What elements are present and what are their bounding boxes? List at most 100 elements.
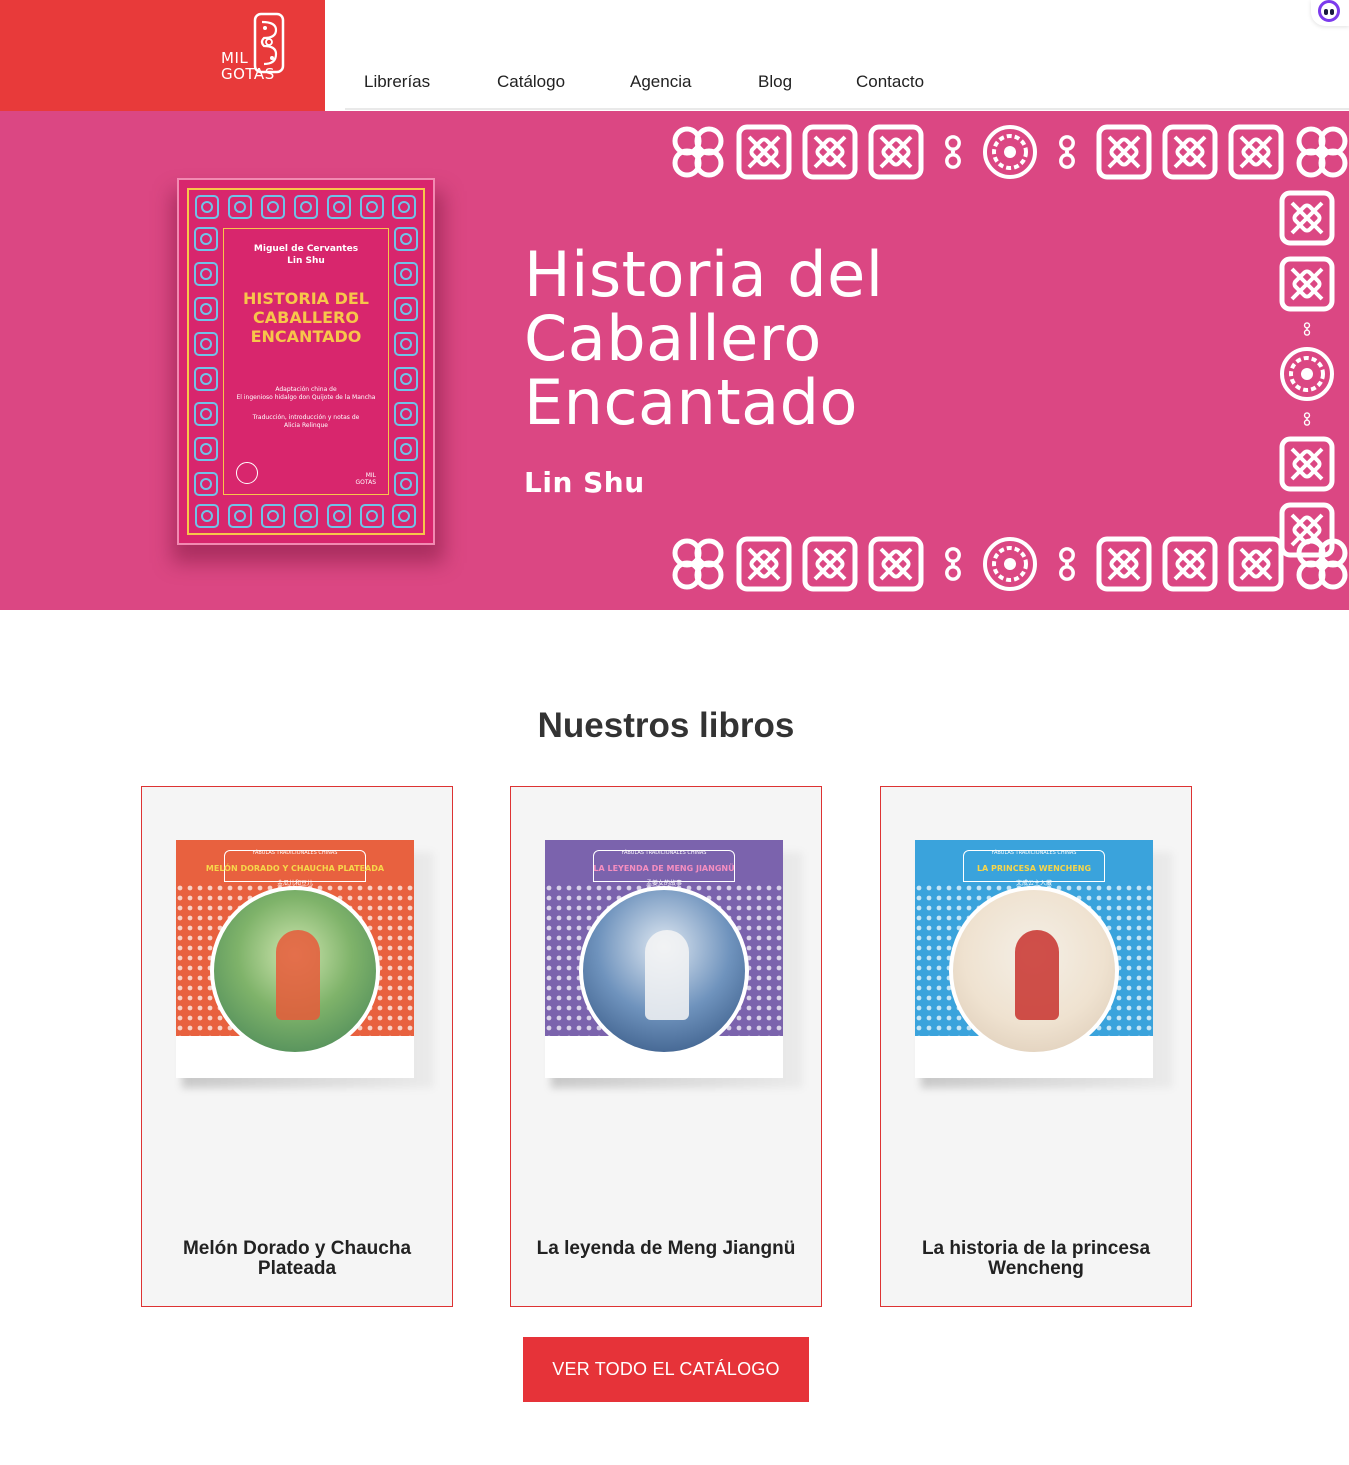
book-cover[interactable]: FÁBULAS TRADICIONALES CHINAS LA PRINCESA… (915, 840, 1173, 1088)
book-title[interactable]: La historia de la princesa Wencheng (901, 1239, 1171, 1279)
hero-title-line-2: Caballero (524, 302, 822, 375)
book-cover[interactable]: FÁBULAS TRADICIONALES CHINAS MELÓN DORAD… (176, 840, 434, 1088)
cover-center-panel: Miguel de Cervantes Lin Shu HISTORIA DEL… (223, 228, 389, 495)
hero-banner[interactable]: Miguel de Cervantes Lin Shu HISTORIA DEL… (0, 111, 1349, 610)
rosette-ornament-icon (1280, 347, 1334, 401)
cover-art: FÁBULAS TRADICIONALES CHINAS LA PRINCESA… (915, 840, 1153, 1078)
knot-ornament-icon (736, 124, 792, 180)
cover-title-line-2: CABALLERO (253, 308, 359, 327)
knot-ornament-icon (1279, 190, 1335, 246)
nav-item-agencia[interactable]: Agencia (630, 72, 691, 92)
knot-ornament-icon (868, 536, 924, 592)
hero-title: Historia del Caballero Encantado (524, 243, 884, 435)
hero-title-line-1: Historia del (524, 238, 884, 311)
cover-author-1: Miguel de Cervantes (253, 244, 359, 254)
cover-series-tag: FÁBULAS TRADICIONALES CHINAS (621, 850, 707, 856)
knot-ornament-icon (1096, 536, 1152, 592)
knot-ornament-icon (1162, 124, 1218, 180)
nav-item-librerias[interactable]: Librerías (364, 72, 430, 92)
cover-brand-line-2: GOTAS (1119, 1064, 1143, 1072)
book-title[interactable]: La leyenda de Meng Jiangnü (531, 1239, 801, 1259)
hero-ornament-top (669, 123, 1349, 181)
site-logo[interactable]: MIL GOTAS (0, 0, 325, 111)
flower-ornament-icon (1296, 126, 1348, 178)
logo-drop-icon (253, 12, 285, 74)
cover-illustration (210, 886, 380, 1056)
cover-author-2: Lin Shu (287, 256, 325, 266)
assistant-ring (1318, 0, 1340, 22)
knot-ornament-icon (1162, 536, 1218, 592)
cover-credit-line-1: Traducción, introducción y notas de (252, 414, 360, 421)
knot-ornament-icon (1279, 436, 1335, 492)
hero-ornament-right (1278, 189, 1336, 559)
book-cover[interactable]: FÁBULAS TRADICIONALES CHINAS LA LEYENDA … (545, 840, 803, 1088)
book-card[interactable]: FÁBULAS TRADICIONALES CHINAS LA LEYENDA … (510, 786, 822, 1307)
knot-ornament-icon (868, 124, 924, 180)
cover-brand: MIL GOTAS (380, 1058, 404, 1072)
dot-ornament-icon (1303, 412, 1311, 426)
cover-chinese-title: 金瓜儿和豆儿 (276, 880, 313, 887)
rosette-ornament-icon (983, 537, 1037, 591)
assistant-eye-right (1330, 9, 1334, 15)
cover-publisher-logo (202, 1060, 240, 1068)
cover-note-line-1: Adaptación china de (275, 386, 337, 393)
cover-pattern-bottom (191, 501, 421, 531)
cover-title-line-1: HISTORIA DEL (242, 289, 369, 308)
dot-ornament-icon (1059, 135, 1075, 169)
dot-ornament-icon (1303, 322, 1311, 336)
cover-chinese-title: 孟姜女的故事 (645, 880, 682, 887)
cover-brand: MIL GOTAS (749, 1058, 773, 1072)
hero-author: Lin Shu (524, 466, 645, 499)
assistant-eye-left (1324, 9, 1328, 15)
cover-pattern-top (191, 192, 421, 222)
hero-book-cover[interactable]: Miguel de Cervantes Lin Shu HISTORIA DEL… (177, 178, 435, 545)
flower-ornament-icon (672, 538, 724, 590)
book-title[interactable]: Melón Dorado y Chaucha Plateada (162, 1239, 432, 1279)
cover-note: Adaptación china de El ingenioso hidalgo… (224, 386, 388, 402)
cover-title: LA PRINCESA WENCHENG (976, 864, 1092, 873)
illustration-figure (1015, 930, 1059, 1020)
rosette-ornament-icon (983, 125, 1037, 179)
knot-ornament-icon (1096, 124, 1152, 180)
knot-ornament-icon (802, 124, 858, 180)
cover-brand: MIL GOTAS (356, 472, 376, 486)
nav-item-catalogo[interactable]: Catálogo (497, 72, 565, 92)
cover-note-line-2: El ingenioso hidalgo don Quijote de la M… (236, 394, 376, 401)
cover-chinese-title: 文成公主入藏 (1015, 880, 1052, 887)
cover-series-tag: FÁBULAS TRADICIONALES CHINAS (252, 850, 338, 856)
cover-credits: Traducción, introducción y notas de Alic… (224, 414, 388, 430)
cover-credit-line-2: Alicia Relinque (283, 422, 329, 429)
cover-art: FÁBULAS TRADICIONALES CHINAS MELÓN DORAD… (176, 840, 414, 1078)
flower-ornament-icon (672, 126, 724, 178)
main-nav: Librerías Catálogo Agencia Blog Contacto (345, 72, 1349, 111)
nav-item-blog[interactable]: Blog (758, 72, 792, 92)
cover-series-tag: FÁBULAS TRADICIONALES CHINAS (991, 850, 1077, 856)
assistant-widget-icon[interactable] (1311, 0, 1349, 26)
book-card[interactable]: FÁBULAS TRADICIONALES CHINAS MELÓN DORAD… (141, 786, 453, 1307)
hero-ornament-bottom (669, 535, 1349, 593)
illustration-figure (276, 930, 320, 1020)
cover-publisher-seal-icon (236, 462, 258, 484)
book-card[interactable]: FÁBULAS TRADICIONALES CHINAS LA PRINCESA… (880, 786, 1192, 1307)
dot-ornament-icon (945, 135, 961, 169)
cover-brand: MIL GOTAS (1119, 1058, 1143, 1072)
cover-pattern-left (191, 222, 221, 501)
section-title: Nuestros libros (537, 706, 795, 745)
cover-authors: Miguel de Cervantes Lin Shu (224, 243, 388, 267)
hero-title-line-3: Encantado (524, 366, 858, 439)
site-header: MIL GOTAS Librerías Catálogo Agencia Blo… (0, 0, 1349, 111)
knot-ornament-icon (736, 536, 792, 592)
cover-brand-line-2: GOTAS (749, 1064, 773, 1072)
illustration-figure (645, 930, 689, 1020)
dot-ornament-icon (1059, 547, 1075, 581)
knot-ornament-icon (1279, 256, 1335, 312)
knot-ornament-icon (1228, 124, 1284, 180)
cover-illustration (949, 886, 1119, 1056)
cover-title: LA LEYENDA DE MENG JIANGNÜ (593, 864, 735, 873)
nav-underline (345, 108, 1349, 110)
cover-title: MELÓN DORADO Y CHAUCHA PLATEADA (205, 864, 385, 873)
nav-item-contacto[interactable]: Contacto (856, 72, 924, 92)
view-catalog-button[interactable]: VER TODO EL CATÁLOGO (523, 1337, 809, 1402)
cover-brand-line-2: GOTAS (380, 1064, 404, 1072)
cover-brand-line-2: GOTAS (355, 479, 376, 486)
